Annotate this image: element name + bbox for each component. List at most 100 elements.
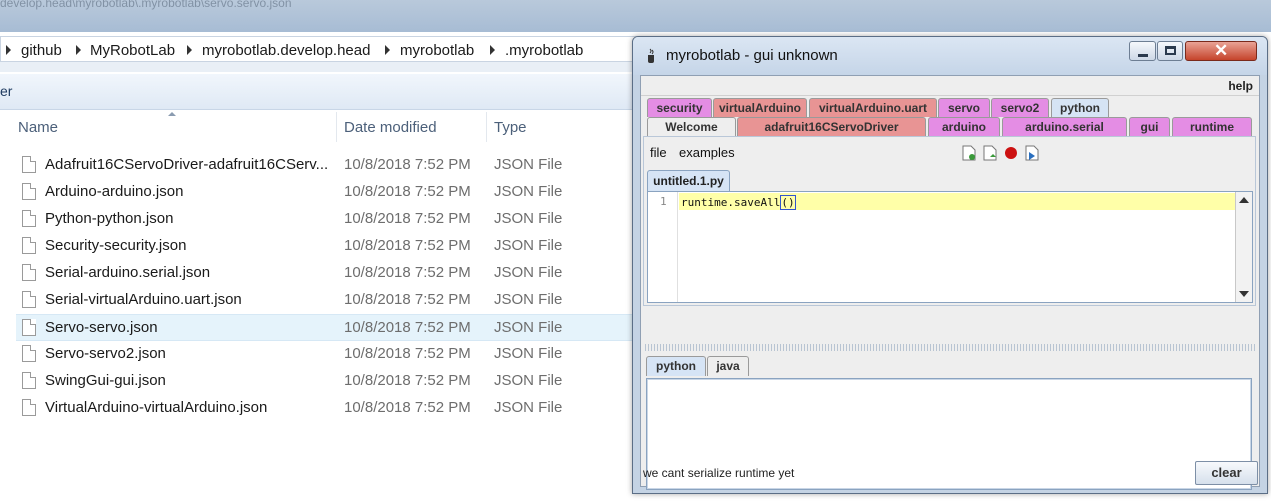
- breadcrumb-arrow-icon[interactable]: [187, 45, 192, 55]
- file-name: VirtualArduino-virtualArduino.json: [45, 399, 268, 416]
- code-editor[interactable]: 1 runtime.saveAll(): [647, 191, 1253, 303]
- open-file-icon[interactable]: [983, 145, 997, 161]
- code-text[interactable]: runtime.saveAll(): [681, 195, 796, 210]
- editor-scrollbar[interactable]: [1235, 192, 1252, 302]
- file-type: JSON File: [494, 237, 563, 254]
- tab-virtualarduino[interactable]: virtualArduino: [713, 98, 807, 117]
- file-row[interactable]: Python-python.json 10/8/2018 7:52 PM JSO…: [16, 206, 656, 233]
- file-row[interactable]: Serial-arduino.serial.json 10/8/2018 7:5…: [16, 260, 656, 287]
- file-type: JSON File: [494, 399, 563, 416]
- file-row[interactable]: Security-security.json 10/8/2018 7:52 PM…: [16, 233, 656, 260]
- line-number: 1: [660, 195, 667, 208]
- file-row[interactable]: Serial-virtualArduino.uart.json 10/8/201…: [16, 287, 656, 314]
- file-name: Servo-servo2.json: [45, 345, 166, 362]
- tab-runtime[interactable]: runtime: [1172, 117, 1252, 136]
- column-divider[interactable]: [486, 112, 487, 142]
- file-row[interactable]: SwingGui-gui.json 10/8/2018 7:52 PM JSON…: [16, 368, 656, 395]
- stop-icon[interactable]: [1004, 145, 1018, 161]
- breadcrumb-arrow-icon[interactable]: [490, 45, 495, 55]
- file-row[interactable]: VirtualArduino-virtualArduino.json 10/8/…: [16, 395, 656, 422]
- file-menu[interactable]: file: [650, 145, 667, 160]
- tab-servo[interactable]: servo: [938, 98, 990, 117]
- help-menu[interactable]: help: [1228, 79, 1253, 93]
- status-bar: we cant serialize runtime yet clear: [632, 460, 1268, 486]
- file-type: JSON File: [494, 264, 563, 281]
- column-header-type[interactable]: Type: [494, 119, 527, 136]
- file-icon: [22, 264, 36, 281]
- run-icon[interactable]: [1025, 145, 1039, 161]
- window-title: myrobotlab - gui unknown: [666, 47, 838, 64]
- tab-python[interactable]: python: [1051, 98, 1109, 117]
- tab-console-python[interactable]: python: [646, 356, 706, 376]
- file-icon: [22, 399, 36, 416]
- breadcrumb-arrow-icon[interactable]: [76, 45, 81, 55]
- tab-gui[interactable]: gui: [1129, 117, 1170, 136]
- file-type: JSON File: [494, 291, 563, 308]
- file-type: JSON File: [494, 156, 563, 173]
- file-name: Serial-arduino.serial.json: [45, 264, 211, 281]
- file-type: JSON File: [494, 210, 563, 227]
- scroll-down-icon[interactable]: [1239, 291, 1249, 297]
- code-paren-open: (: [781, 196, 788, 209]
- new-file-icon[interactable]: [962, 145, 976, 161]
- examples-menu[interactable]: examples: [679, 145, 735, 160]
- file-list: Adafruit16CServoDriver-adafruit16CServ..…: [16, 152, 656, 422]
- maximize-button[interactable]: [1157, 41, 1183, 61]
- tab-welcome[interactable]: Welcome: [647, 117, 736, 136]
- tab-virtualarduino-uart[interactable]: virtualArduino.uart: [809, 98, 937, 117]
- file-date: 10/8/2018 7:52 PM: [344, 345, 471, 362]
- editor-toolbar: file examples: [644, 137, 1255, 167]
- column-divider[interactable]: [336, 112, 337, 142]
- scroll-up-icon[interactable]: [1239, 197, 1249, 203]
- file-row[interactable]: Arduino-arduino.json 10/8/2018 7:52 PM J…: [16, 179, 656, 206]
- file-icon: [22, 210, 36, 227]
- code-paren-close: ): [787, 196, 795, 209]
- file-type: JSON File: [494, 183, 563, 200]
- file-row-selected[interactable]: Servo-servo.json 10/8/2018 7:52 PM JSON …: [16, 314, 656, 341]
- bracket-match-highlight: (): [780, 195, 796, 210]
- file-icon: [22, 291, 36, 308]
- breadcrumb-myrobotlab-folder[interactable]: myrobotlab: [400, 42, 474, 59]
- address-bar[interactable]: github MyRobotLab myrobotlab.develop.hea…: [0, 36, 640, 62]
- file-date: 10/8/2018 7:52 PM: [344, 372, 471, 389]
- file-row[interactable]: Servo-servo2.json 10/8/2018 7:52 PM JSON…: [16, 341, 656, 368]
- breadcrumb-arrow-icon[interactable]: [6, 45, 11, 55]
- breadcrumb-develop-head[interactable]: myrobotlab.develop.head: [202, 42, 370, 59]
- tab-arduino-serial[interactable]: arduino.serial: [1002, 117, 1127, 136]
- file-type: JSON File: [494, 345, 563, 362]
- explorer-titlebar: develop.head\myrobotlab\.myrobotlab\serv…: [0, 0, 1271, 32]
- tab-console-java[interactable]: java: [707, 356, 749, 376]
- column-headers: Name Date modified Type: [0, 112, 640, 142]
- file-name: Security-security.json: [45, 237, 187, 254]
- java-cup-icon: [648, 48, 654, 63]
- column-header-date[interactable]: Date modified: [344, 119, 437, 136]
- tab-arduino[interactable]: arduino: [928, 117, 1000, 136]
- file-date: 10/8/2018 7:52 PM: [344, 237, 471, 254]
- tab-adafruit16cservodriver[interactable]: adafruit16CServoDriver: [737, 117, 926, 136]
- window-titlebar[interactable]: myrobotlab - gui unknown ✕: [633, 37, 1267, 75]
- column-header-name[interactable]: Name: [18, 119, 58, 136]
- file-icon: [22, 156, 36, 173]
- file-date: 10/8/2018 7:52 PM: [344, 319, 471, 336]
- minimize-button[interactable]: [1129, 41, 1156, 61]
- line-gutter: 1: [648, 192, 678, 302]
- file-name: Python-python.json: [45, 210, 174, 227]
- file-icon: [22, 345, 36, 362]
- breadcrumb-dot-myrobotlab[interactable]: .myrobotlab: [505, 42, 583, 59]
- tab-security[interactable]: security: [647, 98, 712, 117]
- close-button[interactable]: ✕: [1185, 41, 1257, 61]
- status-message: we cant serialize runtime yet: [643, 466, 795, 480]
- file-date: 10/8/2018 7:52 PM: [344, 156, 471, 173]
- breadcrumb-arrow-icon[interactable]: [385, 45, 390, 55]
- explorer-command-strip: er: [0, 74, 640, 110]
- sort-up-icon: [168, 112, 176, 116]
- menu-bar: help: [641, 76, 1259, 96]
- file-row[interactable]: Adafruit16CServoDriver-adafruit16CServ..…: [16, 152, 656, 179]
- tab-servo2[interactable]: servo2: [991, 98, 1049, 117]
- file-icon: [22, 237, 36, 254]
- tab-untitled-py[interactable]: untitled.1.py: [647, 170, 730, 191]
- breadcrumb-github[interactable]: github: [21, 42, 62, 59]
- breadcrumb-myrobotlab[interactable]: MyRobotLab: [90, 42, 175, 59]
- clear-button[interactable]: clear: [1195, 461, 1258, 485]
- split-pane-divider[interactable]: [643, 344, 1256, 351]
